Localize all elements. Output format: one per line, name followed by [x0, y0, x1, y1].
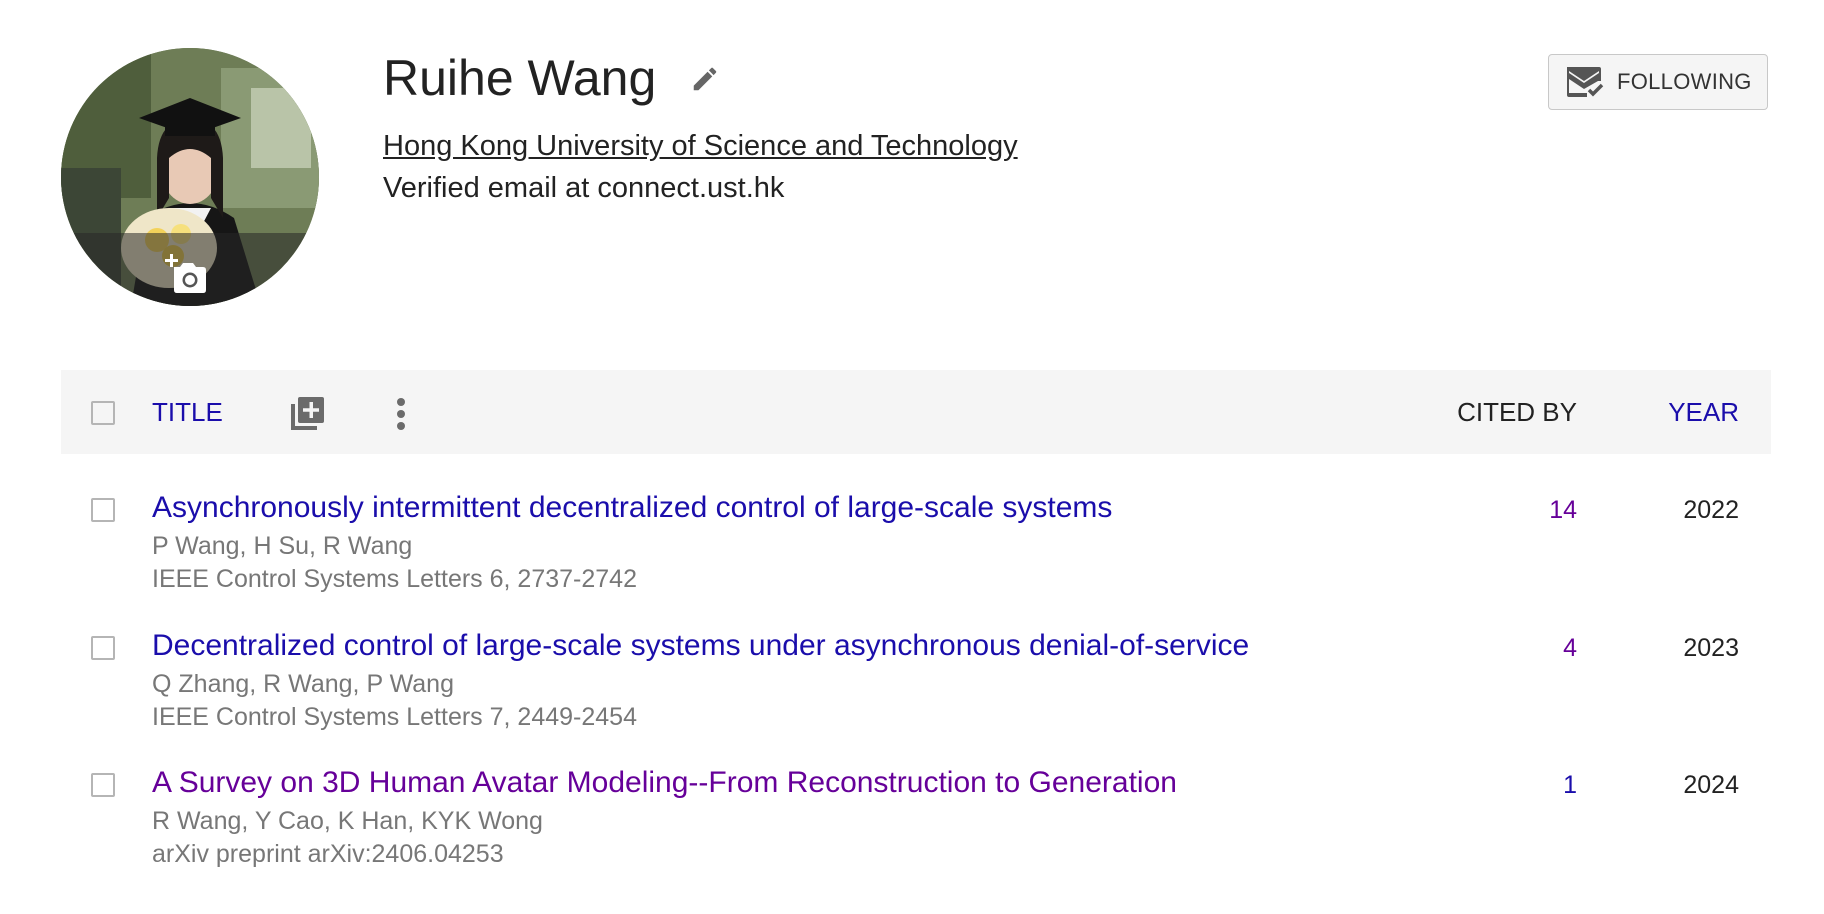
- follow-button[interactable]: FOLLOWING: [1548, 54, 1768, 110]
- profile-email: Verified email at connect.ust.hk: [383, 172, 785, 204]
- profile-name-row: Ruihe Wang: [383, 48, 720, 108]
- mail-check-icon: [1565, 65, 1605, 99]
- article-year: 2022: [1683, 496, 1739, 524]
- article-year: 2024: [1683, 771, 1739, 799]
- profile-name: Ruihe Wang: [383, 50, 657, 106]
- article-authors: P Wang, H Su, R Wang: [152, 532, 413, 560]
- follow-button-label: FOLLOWING: [1617, 69, 1752, 94]
- sort-by-year[interactable]: YEAR: [1668, 396, 1739, 428]
- article-venue: IEEE Control Systems Letters 6, 2737-274…: [152, 565, 637, 593]
- cited-by-header: CITED BY: [1457, 397, 1577, 427]
- row-checkbox[interactable]: [91, 498, 115, 522]
- article-title-link[interactable]: Asynchronously intermittent decentralize…: [152, 490, 1112, 526]
- cited-by-count-link[interactable]: 4: [1563, 632, 1577, 664]
- article-year: 2023: [1683, 634, 1739, 662]
- more-vert-icon[interactable]: [391, 394, 411, 439]
- profile-affiliation-link[interactable]: Hong Kong University of Science and Tech…: [383, 128, 1018, 164]
- articles-table-header: TITLE CITED BY YEAR: [61, 370, 1771, 454]
- article-title-link[interactable]: Decentralized control of large-scale sys…: [152, 628, 1249, 664]
- article-venue: arXiv preprint arXiv:2406.04253: [152, 840, 504, 868]
- table-row: Asynchronously intermittent decentralize…: [61, 490, 1771, 610]
- camera-add-icon[interactable]: [164, 251, 208, 300]
- profile-photo[interactable]: [61, 48, 319, 306]
- article-venue: IEEE Control Systems Letters 7, 2449-245…: [152, 703, 637, 731]
- add-to-library-icon[interactable]: [287, 394, 327, 439]
- row-checkbox[interactable]: [91, 773, 115, 797]
- article-authors: R Wang, Y Cao, K Han, KYK Wong: [152, 807, 543, 835]
- table-row: A Survey on 3D Human Avatar Modeling--Fr…: [61, 765, 1771, 885]
- pencil-icon[interactable]: [690, 64, 720, 94]
- table-row: Decentralized control of large-scale sys…: [61, 628, 1771, 748]
- select-all-checkbox[interactable]: [91, 401, 115, 425]
- cited-by-count-link[interactable]: 14: [1549, 494, 1577, 526]
- cited-by-count-link[interactable]: 1: [1563, 769, 1577, 801]
- row-checkbox[interactable]: [91, 636, 115, 660]
- article-authors: Q Zhang, R Wang, P Wang: [152, 670, 454, 698]
- sort-by-title[interactable]: TITLE: [152, 396, 223, 428]
- article-title-link[interactable]: A Survey on 3D Human Avatar Modeling--Fr…: [152, 765, 1177, 801]
